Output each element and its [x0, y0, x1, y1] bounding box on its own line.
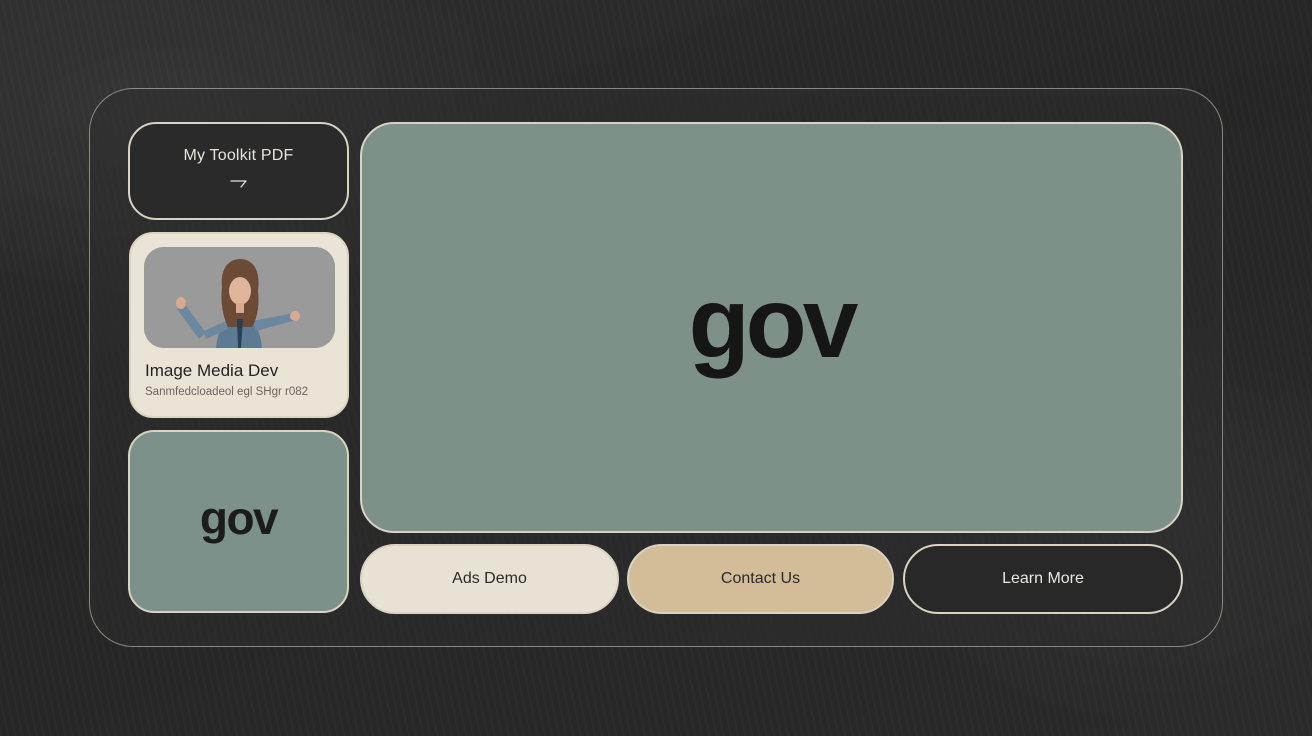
arrow-icon — [229, 180, 247, 188]
portrait-photo — [144, 247, 335, 348]
gov-logo-small: gov — [199, 491, 279, 544]
toolkit-pdf-label: My Toolkit PDF — [183, 147, 294, 164]
person-illustration — [144, 247, 335, 348]
ads-demo-button[interactable]: Ads Demo — [360, 544, 619, 614]
media-card-subtitle: Sanmfedcloadeol egl SHgr r082 — [145, 386, 309, 398]
toolkit-pdf-card[interactable]: My Toolkit PDF — [128, 122, 349, 220]
contact-us-button[interactable]: Contact Us — [627, 544, 894, 614]
media-card-title: Image Media Dev — [145, 361, 279, 380]
image-media-card[interactable]: Image Media Dev Sanmfedcloadeol egl SHgr… — [129, 232, 349, 418]
gov-hero-card: gov — [360, 122, 1183, 533]
learn-more-button[interactable]: Learn More — [903, 544, 1183, 614]
gov-small-card[interactable]: gov — [128, 430, 349, 613]
gov-logo-large: gov — [688, 267, 859, 379]
